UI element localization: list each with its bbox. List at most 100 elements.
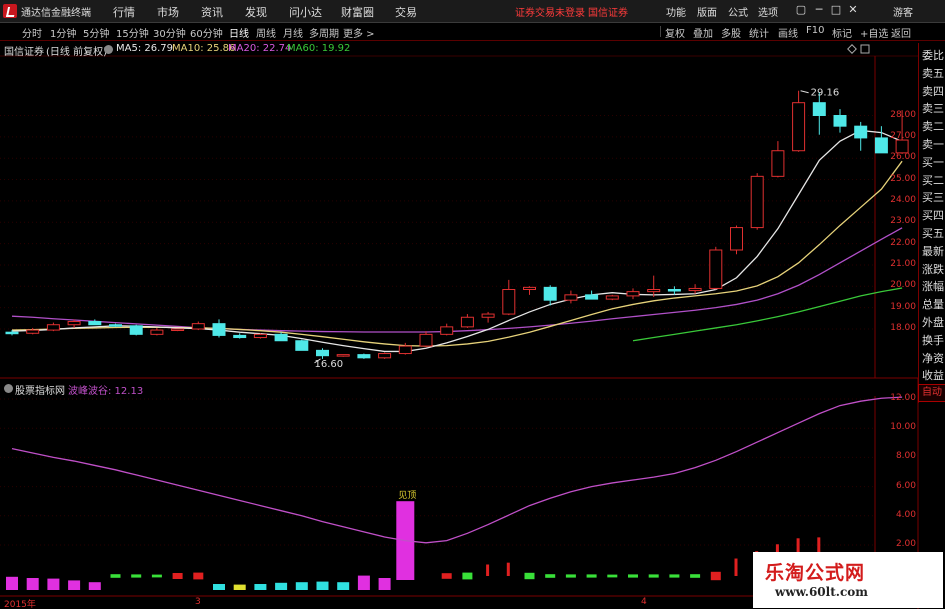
quote-tab-13[interactable]: 涨幅 — [921, 278, 945, 294]
candle-body-down — [129, 325, 143, 335]
candle-body-down — [854, 125, 868, 139]
indicator-bar — [586, 574, 597, 578]
candle-body-up — [647, 289, 661, 293]
indicator-bar — [357, 575, 370, 590]
candle-body-up — [626, 291, 640, 297]
candle-body-up — [460, 316, 474, 328]
price-tick-label: 25.00 — [890, 173, 916, 184]
candle-body-up — [378, 353, 392, 359]
candle-body-up — [481, 313, 495, 318]
settings-circle-icon[interactable] — [104, 45, 113, 54]
date-label-april: 4 — [641, 597, 647, 607]
low-price-label: 16.60 — [315, 359, 344, 370]
price-tick-label: 24.00 — [890, 194, 916, 205]
quote-tab-12[interactable]: 涨跌 — [921, 261, 945, 277]
quote-tab-9[interactable]: 买四 — [921, 207, 945, 223]
indicator-bar — [295, 582, 308, 590]
indicator-tick-label: 8.00 — [895, 451, 916, 462]
tdx-terminal-window: 通达信金融终端 行情 市场 资讯 发现 问小达 财富圈 交易 证券交易未登录 国… — [0, 0, 945, 609]
quote-tab-7[interactable]: 买二 — [921, 172, 945, 188]
indicator-bar — [131, 574, 142, 578]
candle-body-down — [833, 115, 847, 127]
indicator-tick-label: 12.00 — [890, 393, 916, 403]
candle-body-up — [398, 345, 412, 355]
price-tick-label: 19.00 — [890, 301, 916, 312]
candle-body-up — [336, 354, 350, 357]
candle-body-up — [440, 326, 454, 335]
candle-body-down — [316, 349, 329, 357]
quote-detail-tabs: 委比卖五卖四 卖三卖二卖一买一买二 买三买四买五最新涨跌 涨幅总量外盘换手净资 收益 — [918, 43, 945, 403]
quote-tab-16[interactable]: 换手 — [921, 332, 945, 348]
candle-body-up — [150, 329, 164, 335]
indicator-value-legend: 波峰波谷: 12.13 — [68, 386, 144, 397]
candle-body-down — [667, 289, 681, 292]
candle-body-up — [253, 333, 267, 339]
candle-body-up — [191, 323, 205, 330]
candle-body-up — [564, 294, 578, 301]
quote-tab-8[interactable]: 买三 — [921, 189, 945, 205]
indicator-bar — [47, 578, 60, 590]
stock-name: 国信证券 — [4, 47, 44, 58]
price-tick-label: 20.00 — [890, 280, 916, 291]
indicator-bar — [110, 574, 121, 578]
indicator-bar — [172, 573, 183, 579]
candle-body-up — [419, 333, 433, 347]
indicator-bar — [710, 571, 721, 581]
candle-body-up — [605, 295, 619, 300]
quote-tab-18[interactable]: 收益 — [921, 367, 945, 383]
high-price-label: 29.16 — [811, 88, 840, 99]
auto-button[interactable]: 自动 — [918, 384, 945, 402]
quote-tab-5[interactable]: 卖一 — [921, 136, 945, 152]
ma5-legend: MA5: 26.79 — [116, 43, 174, 54]
watermark-brand: 乐淘公式网 — [765, 562, 866, 584]
candle-body-up — [502, 289, 516, 315]
candle-body-down — [357, 354, 371, 359]
price-tick-label: 23.00 — [890, 216, 916, 227]
quote-tab-2[interactable]: 卖四 — [921, 83, 945, 99]
quote-tab-1[interactable]: 卖五 — [921, 65, 945, 81]
candle-body-down — [109, 324, 122, 327]
indicator-name: 股票指标网 — [15, 386, 65, 397]
indicator-bar — [254, 584, 267, 590]
candle-body-up — [26, 329, 40, 334]
candle-body-down — [5, 331, 19, 335]
candle-body-up — [750, 175, 764, 229]
indicator-bar — [524, 572, 535, 580]
candle-body-up — [171, 328, 185, 331]
price-tick-label: 22.00 — [890, 237, 916, 248]
quote-tab-15[interactable]: 外盘 — [921, 314, 945, 330]
indicator-peak-label: 见顶 — [398, 490, 416, 501]
indicator-bar — [151, 574, 162, 578]
price-tick-label: 28.00 — [890, 109, 916, 120]
candle-body-up — [792, 102, 806, 152]
ma60-legend: MA60: 19.92 — [287, 43, 351, 54]
indicator-bar — [441, 573, 452, 579]
ma10-legend: MA10: 25.86 — [172, 43, 236, 54]
indicator-tick-label: 2.00 — [895, 539, 916, 549]
candle-body-up — [709, 249, 723, 289]
indicator-bar — [275, 582, 288, 590]
indicator-bar — [68, 580, 81, 590]
price-tick-label: 18.00 — [890, 323, 916, 333]
indicator-bar — [607, 574, 618, 578]
candle-body-down — [812, 102, 826, 117]
indicator-bar — [6, 576, 18, 590]
quote-tab-6[interactable]: 买一 — [921, 154, 945, 170]
quote-tab-10[interactable]: 买五 — [921, 225, 945, 241]
quote-tab-4[interactable]: 卖二 — [921, 118, 945, 134]
indicator-bar — [545, 574, 556, 578]
indicator-tick-label: 4.00 — [895, 509, 916, 520]
indicator-bar — [462, 572, 473, 580]
quote-tab-17[interactable]: 净资 — [921, 350, 945, 366]
indicator-tick-label: 6.00 — [895, 480, 916, 491]
quote-tab-14[interactable]: 总量 — [921, 296, 945, 312]
quote-tab-0[interactable]: 委比 — [921, 47, 945, 63]
candle-body-up — [730, 227, 743, 251]
indicator-bar — [233, 584, 246, 590]
quote-tab-11[interactable]: 最新 — [921, 243, 945, 259]
price-tick-label: 27.00 — [890, 130, 916, 141]
quote-tab-3[interactable]: 卖三 — [921, 100, 945, 116]
indicator-bar — [88, 582, 101, 590]
candle-body-up — [771, 150, 785, 177]
indicator-settings-icon[interactable] — [4, 384, 13, 393]
